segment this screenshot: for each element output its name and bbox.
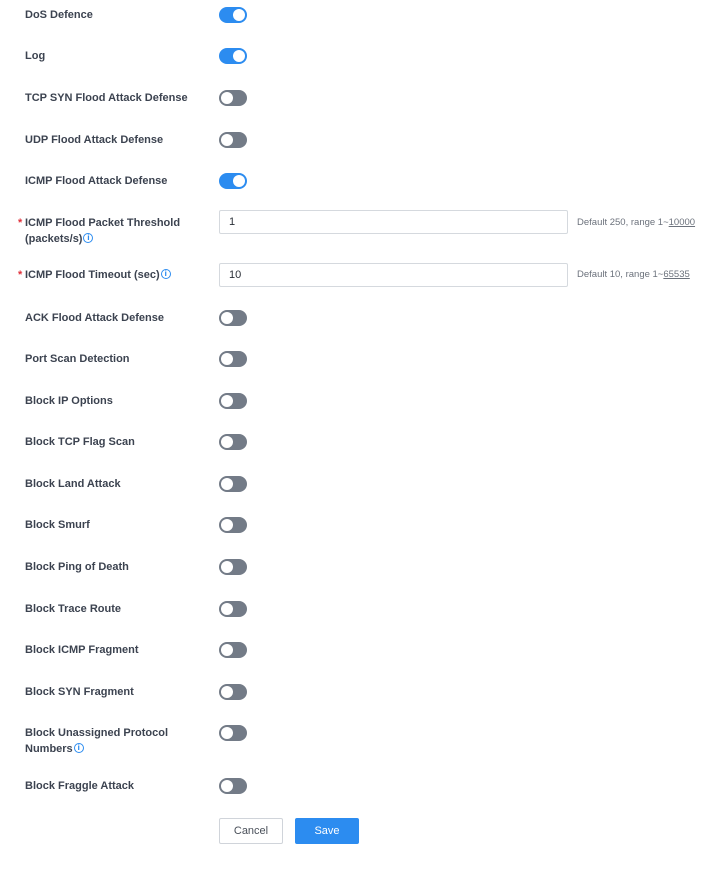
field-label: Block ICMP Fragment — [25, 644, 139, 656]
toggle-knob — [233, 9, 245, 21]
field-label: Log — [25, 50, 46, 62]
info-circle-icon[interactable]: i — [160, 269, 171, 279]
toggle-knob — [221, 727, 233, 739]
hint-range-max: 10000 — [668, 217, 696, 228]
toggle-knob — [221, 780, 233, 792]
block-syn-fragment-toggle[interactable] — [219, 684, 247, 700]
ack-flood-toggle[interactable] — [219, 310, 247, 326]
block-unassigned-protocol-toggle[interactable] — [219, 725, 247, 741]
field-label: Block IP Options — [25, 395, 113, 407]
port-scan-toggle[interactable] — [219, 351, 247, 367]
block-ip-options-toggle[interactable] — [219, 393, 247, 409]
field-label: Block Ping of Death — [25, 561, 129, 573]
field-label: Block SYN Fragment — [25, 686, 134, 698]
icmp-flood-toggle[interactable] — [219, 173, 247, 189]
block-fraggle-toggle[interactable] — [219, 778, 247, 794]
field-label: TCP SYN Flood Attack Defense — [25, 92, 188, 104]
hint-range-max: 65535 — [663, 269, 690, 280]
dos-defence-toggle[interactable] — [219, 7, 247, 23]
field-label: ICMP Flood Packet Threshold (packets/s) — [25, 217, 181, 245]
field-label: Block TCP Flag Scan — [25, 436, 135, 448]
toggle-knob — [221, 92, 233, 104]
toggle-knob — [221, 312, 233, 324]
block-smurf-toggle[interactable] — [219, 517, 247, 533]
toggle-knob — [221, 644, 233, 656]
info-circle-icon[interactable]: i — [83, 233, 94, 243]
required-asterisk: * — [18, 269, 23, 281]
cancel-button[interactable]: Cancel — [219, 818, 283, 844]
toggle-knob — [221, 436, 233, 448]
field-label-wrap: Block Unassigned Protocol Numbers i — [25, 725, 205, 757]
field-label: Port Scan Detection — [25, 353, 130, 365]
toggle-knob — [221, 561, 233, 573]
block-land-attack-toggle[interactable] — [219, 476, 247, 492]
log-toggle[interactable] — [219, 48, 247, 64]
field-label: DoS Defence — [25, 9, 93, 21]
field-label: UDP Flood Attack Defense — [25, 134, 164, 146]
toggle-knob — [221, 686, 233, 698]
field-label: Block Unassigned Protocol Numbers — [25, 727, 169, 755]
block-tcp-flag-scan-toggle[interactable] — [219, 434, 247, 450]
icmp-threshold-input[interactable]: 1 — [219, 210, 568, 234]
toggle-knob — [221, 478, 233, 490]
tcp-syn-flood-toggle[interactable] — [219, 90, 247, 106]
info-circle-icon[interactable]: i — [73, 743, 84, 753]
field-label: Block Trace Route — [25, 603, 121, 615]
field-label: ICMP Flood Timeout (sec) — [25, 269, 160, 281]
toggle-knob — [221, 519, 233, 531]
field-label-wrap: * ICMP Flood Packet Threshold (packets/s… — [18, 215, 205, 247]
field-hint: Default 10, range 1~65535 — [577, 268, 690, 282]
udp-flood-toggle[interactable] — [219, 132, 247, 148]
toggle-knob — [233, 50, 245, 62]
block-trace-route-toggle[interactable] — [219, 601, 247, 617]
field-hint: Default 250, range 1~10000 — [577, 216, 695, 230]
save-button[interactable]: Save — [295, 818, 359, 844]
toggle-knob — [233, 175, 245, 187]
field-label: Block Land Attack — [25, 478, 121, 490]
icmp-timeout-input[interactable]: 10 — [219, 263, 568, 287]
required-asterisk: * — [18, 217, 23, 229]
toggle-knob — [221, 134, 233, 146]
field-label-wrap: * ICMP Flood Timeout (sec) i — [18, 267, 205, 283]
block-ping-of-death-toggle[interactable] — [219, 559, 247, 575]
toggle-knob — [221, 395, 233, 407]
field-label: ACK Flood Attack Defense — [25, 312, 164, 324]
hint-text: Default 250, range 1~ — [577, 217, 669, 228]
field-label: Block Smurf — [25, 519, 90, 531]
block-icmp-fragment-toggle[interactable] — [219, 642, 247, 658]
field-label: Block Fraggle Attack — [25, 780, 135, 792]
toggle-knob — [221, 353, 233, 365]
toggle-knob — [221, 603, 233, 615]
field-label: ICMP Flood Attack Defense — [25, 175, 168, 187]
hint-text: Default 10, range 1~ — [577, 269, 664, 280]
